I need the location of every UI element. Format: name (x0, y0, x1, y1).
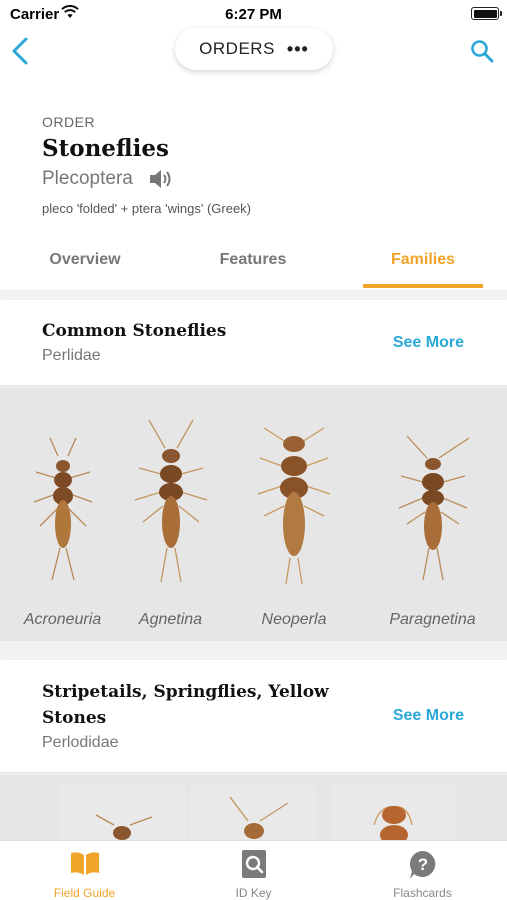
genus-card-neoperla[interactable]: Neoperla (230, 388, 358, 641)
status-bar: Carrier 6:27 PM (0, 0, 507, 28)
see-more-link[interactable]: See More (393, 707, 464, 725)
family-latin-name: Perlidae (42, 347, 101, 364)
tabbar-flashcards[interactable]: ? Flashcards (338, 841, 507, 900)
family-title: Stripetails, Springflies, Yellow Stones (42, 682, 329, 728)
genera-gallery: Acroneuria Agnetina Neoperla Paragnetina (0, 388, 507, 641)
pronunciation-speaker-icon[interactable] (148, 168, 174, 190)
genus-name: Acroneuria (23, 611, 102, 628)
question-icon: ? (409, 850, 435, 879)
family-title: Common Stoneflies (42, 321, 227, 341)
tab-features[interactable]: Features (193, 240, 313, 288)
orders-title: ORDERS (199, 39, 275, 58)
nav-bar: ORDERS ••• (0, 28, 507, 80)
family-latin-name: Perlodidae (42, 734, 119, 751)
order-type-label: ORDER (42, 114, 96, 130)
perlodidae-genus-image[interactable] (60, 785, 185, 840)
tabbar-id-key[interactable]: ID Key (169, 841, 338, 900)
tab-overview[interactable]: Overview (25, 240, 145, 288)
family-card-perlidae[interactable]: Common Stoneflies Perlidae See More (0, 300, 507, 385)
genus-name: Paragnetina (389, 611, 476, 628)
back-chevron-icon[interactable] (8, 36, 34, 66)
paragnetina-image (398, 435, 469, 581)
book-icon (70, 852, 99, 875)
order-common-name: Stoneflies (42, 135, 169, 162)
bottom-tab-bar: Field Guide ID Key ? Flashcards (0, 840, 507, 900)
agnetina-image (134, 419, 207, 583)
section-tabs: Overview Features Families (0, 240, 507, 288)
order-header: ORDER Stoneflies Plecoptera pleco 'folde… (0, 80, 507, 290)
tabbar-label: Flashcards (393, 886, 452, 900)
search-icon[interactable] (469, 38, 495, 64)
perlodidae-genus-image[interactable] (330, 785, 455, 840)
genus-name: Neoperla (261, 611, 327, 628)
genus-name: Agnetina (138, 611, 203, 628)
acroneuria-image (33, 437, 92, 581)
genus-card-agnetina[interactable]: Agnetina (108, 388, 233, 641)
clock: 6:27 PM (225, 6, 282, 23)
order-scientific-name: Plecoptera (42, 168, 133, 189)
tabbar-field-guide[interactable]: Field Guide (0, 841, 169, 900)
id-key-icon (241, 850, 266, 878)
battery-icon (471, 7, 502, 20)
tab-families[interactable]: Families (363, 240, 483, 288)
perlodidae-genus-image[interactable] (190, 785, 315, 840)
neoperla-image (257, 427, 331, 585)
more-icon: ••• (286, 39, 309, 59)
see-more-link[interactable]: See More (393, 334, 464, 352)
order-etymology: pleco 'folded' + ptera 'wings' (Greek) (42, 201, 252, 216)
svg-text:?: ? (417, 855, 427, 874)
genus-card-acroneuria[interactable]: Acroneuria (0, 388, 125, 641)
genus-card-paragnetina[interactable]: Paragnetina (370, 388, 495, 641)
orders-menu-button[interactable]: ORDERS ••• (175, 28, 333, 70)
tabbar-label: Field Guide (53, 886, 116, 900)
tabbar-label: ID Key (235, 886, 272, 900)
family-card-perlodidae[interactable]: Stripetails, Springflies, Yellow Stones … (0, 660, 507, 772)
genera-gallery (0, 775, 507, 840)
